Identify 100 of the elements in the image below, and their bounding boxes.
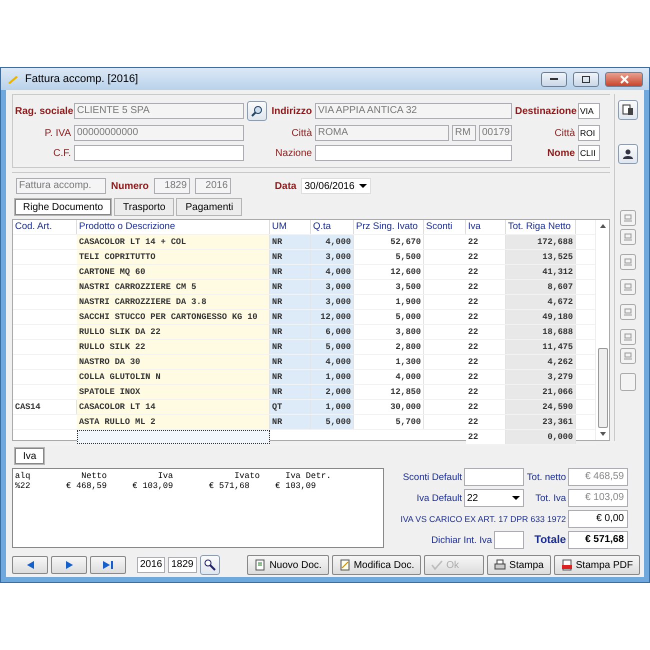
field-label: C.F. [52, 148, 71, 158]
vat-dropdown[interactable]: 22 [464, 489, 524, 507]
table-cell: 23,361 [506, 415, 576, 429]
table-cell: NR [270, 340, 311, 354]
address-field[interactable]: VIA APPIA ANTICA 32 [315, 103, 512, 119]
table-cell: 8,607 [506, 280, 576, 294]
discount-field[interactable] [464, 468, 524, 486]
column-header[interactable]: Cod. Art. [13, 220, 77, 234]
name-field[interactable]: CLII [578, 145, 600, 161]
maximize-button[interactable] [573, 72, 599, 86]
field-label: IVA VS CARICO EX ART. 17 DPR 633 1972 [399, 514, 566, 524]
field-label: Tot. netto [526, 472, 566, 482]
city-field[interactable]: ROMA [315, 125, 449, 141]
previous-button[interactable] [12, 556, 48, 574]
column-header[interactable]: UM [270, 220, 311, 234]
scrollbar[interactable] [595, 220, 609, 440]
field-label: P. IVA [44, 128, 71, 138]
destination-city-field[interactable]: ROI [578, 125, 600, 141]
action-button[interactable]: Stampa [487, 555, 551, 575]
country-field[interactable] [315, 145, 512, 161]
tax-code-field[interactable] [74, 145, 244, 161]
edit-cell[interactable] [77, 430, 270, 444]
table-cell: NR [270, 265, 311, 279]
table-cell: 11,475 [506, 340, 576, 354]
search-button[interactable] [247, 101, 267, 121]
toolbar-icon[interactable] [620, 210, 636, 226]
table-cell: 0,000 [506, 430, 576, 444]
pdf-icon [560, 559, 573, 571]
tab[interactable]: Righe Documento [14, 198, 112, 216]
toolbar-icon[interactable] [620, 279, 636, 295]
search-icon [204, 559, 216, 571]
toolbar-icon[interactable] [620, 348, 636, 364]
tab[interactable]: Pagamenti [176, 198, 242, 216]
table-cell: CASACOLOR LT 14 [77, 400, 270, 414]
destination-field[interactable]: VIA [578, 103, 600, 119]
action-button[interactable]: Stampa PDF [554, 555, 640, 575]
field-label: Sconti Default [402, 472, 462, 482]
toolbar-icon[interactable] [620, 304, 636, 320]
toolbar-icon[interactable] [620, 229, 636, 245]
column-header[interactable]: Prodotto o Descrizione [77, 220, 270, 234]
column-header[interactable]: Tot. Riga Netto [506, 220, 576, 234]
column-header[interactable]: Prz Sing. Ivato [354, 220, 424, 234]
scroll-thumb[interactable] [598, 348, 608, 428]
table-cell: NR [270, 235, 311, 249]
number-field[interactable]: 1829 [154, 178, 190, 194]
field-label: Rag. sociale [15, 106, 71, 116]
postcode-field[interactable]: 00179 [479, 125, 512, 141]
table-cell: 22 [466, 280, 506, 294]
check-icon [431, 559, 444, 571]
table-cell: NR [270, 280, 311, 294]
vat-field[interactable]: 00000000000 [74, 125, 244, 141]
number-field[interactable]: 1829 [168, 557, 196, 573]
table-cell: 3,000 [311, 280, 354, 294]
last-button[interactable] [90, 556, 126, 574]
maximize-icon [582, 76, 590, 82]
document-icon[interactable] [618, 100, 638, 120]
table-cell: SACCHI STUCCO PER CARTONGESSO KG 10 [77, 310, 270, 324]
column-header[interactable]: Q.ta [311, 220, 354, 234]
down-arrow-icon [600, 432, 606, 436]
field-label: Città [290, 128, 312, 138]
toolbar-icon[interactable] [620, 329, 636, 345]
field-label: Data [274, 180, 296, 192]
table-cell: CAS14 [13, 400, 77, 414]
close-button[interactable] [605, 72, 643, 86]
table-cell: 12,000 [311, 310, 354, 324]
tab[interactable]: Trasporto [114, 198, 174, 216]
table-cell: 22 [466, 310, 506, 324]
table-cell: 24,590 [506, 400, 576, 414]
table-cell: 3,000 [311, 250, 354, 264]
tab[interactable]: Iva [14, 447, 46, 465]
table-cell: CARTONE MQ 60 [77, 265, 270, 279]
date-picker[interactable]: 30/06/2016 [301, 178, 372, 194]
declaration-field[interactable] [494, 531, 524, 549]
company-field[interactable]: CLIENTE 5 SPA [74, 103, 244, 119]
province-field[interactable]: RM [452, 125, 476, 141]
field-label: Totale [533, 534, 566, 546]
column-header[interactable]: Sconti [424, 220, 466, 234]
document-icon [254, 559, 266, 571]
table-cell: 21,066 [506, 385, 576, 399]
action-button[interactable]: Nuovo Doc. [247, 555, 329, 575]
table-cell: NR [270, 250, 311, 264]
table-cell: 22 [466, 430, 506, 444]
summary-line: alq Netto Iva Ivato Iva Detr. [15, 471, 332, 481]
table-cell: NASTRI CARROZZIERE DA 3.8 [77, 295, 270, 309]
person-icon[interactable] [618, 144, 638, 164]
toolbar-button[interactable] [620, 373, 636, 391]
search-button[interactable] [200, 555, 220, 575]
table-cell: 4,000 [311, 235, 354, 249]
table-cell: 4,000 [311, 355, 354, 369]
year-field[interactable]: 2016 [137, 557, 166, 573]
toolbar-icon[interactable] [620, 254, 636, 270]
action-button[interactable]: Modifica Doc. [332, 555, 422, 575]
table-cell: QT [270, 400, 311, 414]
minimize-button[interactable] [541, 72, 567, 86]
year-field[interactable]: 2016 [194, 178, 231, 194]
table-cell: TELI COPRITUTTO [77, 250, 270, 264]
table-cell: 5,000 [311, 340, 354, 354]
skip-end-icon [103, 561, 113, 569]
column-header[interactable]: Iva [466, 220, 506, 234]
next-button[interactable] [51, 556, 87, 574]
